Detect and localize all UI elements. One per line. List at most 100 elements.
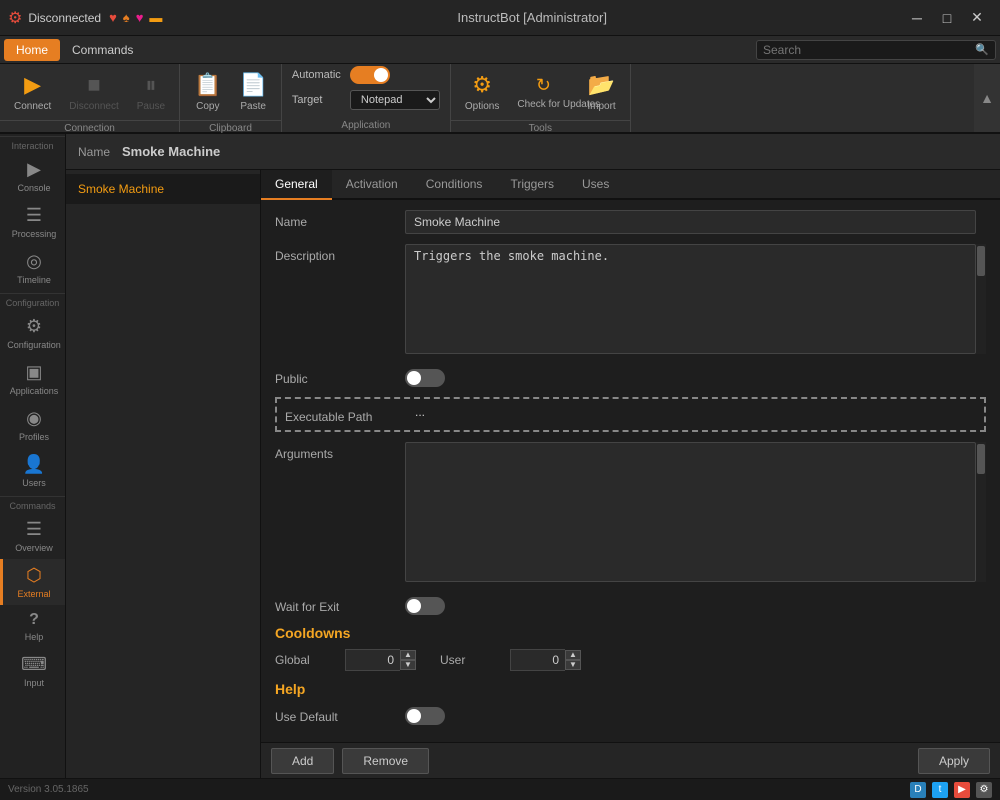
disconnect-label: Disconnect — [69, 101, 118, 112]
target-dropdown[interactable]: Notepad — [350, 90, 440, 110]
executable-path-value: ... — [415, 405, 425, 419]
overview-icon: ☰ — [26, 519, 42, 540]
arguments-textarea[interactable] — [405, 442, 976, 582]
import-button[interactable]: 📂 Import — [579, 68, 623, 116]
paste-icon: 📄 — [239, 72, 266, 98]
status-icons: D t ▶ ⚙ — [910, 782, 992, 798]
global-increment[interactable]: ▲ — [400, 650, 416, 660]
close-button[interactable]: ✕ — [962, 4, 992, 32]
name-input[interactable] — [405, 210, 976, 234]
tab-general[interactable]: General — [261, 170, 332, 200]
public-label: Public — [275, 367, 405, 386]
processing-icon: ☰ — [26, 205, 42, 226]
description-control: Triggers the smoke machine. — [405, 244, 976, 357]
sidebar-item-profiles[interactable]: ◉ Profiles — [0, 402, 65, 448]
timeline-icon: ◎ — [26, 251, 42, 272]
content-header: Name Smoke Machine — [66, 134, 1000, 170]
global-spinbox-buttons: ▲ ▼ — [400, 650, 416, 670]
tab-conditions[interactable]: Conditions — [412, 170, 497, 200]
sidebar-item-applications[interactable]: ▣ Applications — [0, 356, 65, 402]
tab-activation[interactable]: Activation — [332, 170, 412, 200]
tray-icon-1: ♥ — [109, 10, 117, 25]
wait-for-exit-toggle[interactable] — [405, 597, 445, 615]
arguments-label: Arguments — [275, 442, 405, 461]
app-logo-icon: ⚙ — [8, 8, 22, 28]
disconnect-button[interactable]: ■ Disconnect — [61, 68, 126, 116]
cooldowns-title: Cooldowns — [275, 625, 986, 641]
description-label: Description — [275, 244, 405, 263]
sidebar-label-users: Users — [22, 478, 46, 488]
paste-button[interactable]: 📄 Paste — [231, 68, 274, 116]
description-textarea[interactable]: Triggers the smoke machine. — [405, 244, 976, 354]
content-area: Name Smoke Machine Smoke Machine General… — [66, 134, 1000, 778]
check-updates-label: Check for Updates — [517, 99, 569, 110]
arguments-control — [405, 442, 976, 585]
user-increment[interactable]: ▲ — [565, 650, 581, 660]
window-controls: ─ □ ✕ — [902, 4, 992, 32]
breadcrumb: Name — [78, 145, 110, 159]
pause-label: Pause — [137, 101, 165, 112]
pause-button[interactable]: ⏸ Pause — [129, 68, 173, 116]
sidebar-label-external: External — [17, 589, 50, 599]
description-scrollbar — [977, 246, 985, 276]
menubar: Home Commands 🔍 — [0, 36, 1000, 64]
global-input[interactable] — [345, 649, 400, 671]
sidebar-item-timeline[interactable]: ◎ Timeline — [0, 245, 65, 291]
options-label: Options — [465, 101, 499, 112]
sidebar: Interaction ▶ Console ☰ Processing ◎ Tim… — [0, 134, 66, 778]
application-section-label: Application — [292, 120, 440, 131]
external-icon: ⬡ — [26, 565, 42, 586]
minimize-button[interactable]: ─ — [902, 4, 932, 32]
add-button[interactable]: Add — [271, 748, 334, 774]
youtube-icon: ▶ — [954, 782, 970, 798]
menu-commands[interactable]: Commands — [60, 39, 145, 61]
tab-uses[interactable]: Uses — [568, 170, 623, 200]
search-input[interactable] — [763, 43, 975, 57]
check-updates-button[interactable]: ↻ Check for Updates — [509, 71, 577, 114]
toolbar: ▶ Connect ■ Disconnect ⏸ Pause Connectio… — [0, 64, 1000, 134]
main-area: Interaction ▶ Console ☰ Processing ◎ Tim… — [0, 134, 1000, 778]
maximize-button[interactable]: □ — [932, 4, 962, 32]
sidebar-label-configuration: Configuration — [7, 340, 61, 350]
sidebar-item-input[interactable]: ⌨ Input — [0, 648, 65, 694]
automatic-label: Automatic — [292, 69, 342, 81]
sidebar-item-external[interactable]: ⬡ External — [0, 559, 65, 605]
command-list-item[interactable]: Smoke Machine — [66, 174, 260, 204]
sidebar-item-users[interactable]: 👤 Users — [0, 448, 65, 494]
connect-button[interactable]: ▶ Connect — [6, 68, 59, 116]
user-input[interactable] — [510, 649, 565, 671]
toolbar-collapse-button[interactable]: ▲ — [974, 64, 1000, 132]
menu-home[interactable]: Home — [4, 39, 60, 61]
use-default-toggle[interactable] — [405, 707, 445, 725]
global-decrement[interactable]: ▼ — [400, 660, 416, 670]
sidebar-label-applications: Applications — [10, 386, 59, 396]
description-row: Description Triggers the smoke machine. — [275, 244, 986, 357]
statusbar: Version 3.05.1865 D t ▶ ⚙ — [0, 778, 1000, 800]
titlebar: ⚙ Disconnected ♥ ♠ ♥ ▬ InstructBot [Admi… — [0, 0, 1000, 36]
sidebar-item-help[interactable]: ? Help — [0, 605, 65, 648]
cooldowns-row: Global ▲ ▼ User ▲ — [275, 649, 986, 671]
sidebar-item-overview[interactable]: ☰ Overview — [0, 513, 65, 559]
detail-pane: General Activation Conditions Triggers U… — [261, 170, 1000, 778]
tab-triggers[interactable]: Triggers — [496, 170, 568, 200]
name-field-label: Name — [275, 210, 405, 229]
wait-for-exit-control — [405, 595, 986, 615]
user-spinbox-buttons: ▲ ▼ — [565, 650, 581, 670]
automatic-toggle[interactable] — [350, 66, 390, 84]
name-row: Name — [275, 210, 986, 234]
copy-button[interactable]: 📋 Copy — [186, 68, 229, 116]
configuration-icon: ⚙ — [26, 316, 42, 337]
apply-button[interactable]: Apply — [918, 748, 990, 774]
user-decrement[interactable]: ▼ — [565, 660, 581, 670]
options-button[interactable]: ⚙ Options — [457, 68, 507, 116]
content-item-name: Smoke Machine — [122, 144, 220, 159]
sidebar-label-profiles: Profiles — [19, 432, 49, 442]
bottom-bar: Add Remove Apply — [261, 742, 1000, 778]
sidebar-item-configuration[interactable]: ⚙ Configuration — [0, 310, 65, 356]
sidebar-item-console[interactable]: ▶ Console — [0, 153, 65, 199]
public-toggle[interactable] — [405, 369, 445, 387]
version-text: Version 3.05.1865 — [8, 784, 89, 795]
remove-button[interactable]: Remove — [342, 748, 429, 774]
sidebar-item-processing[interactable]: ☰ Processing — [0, 199, 65, 245]
app-status: Disconnected — [28, 11, 101, 25]
